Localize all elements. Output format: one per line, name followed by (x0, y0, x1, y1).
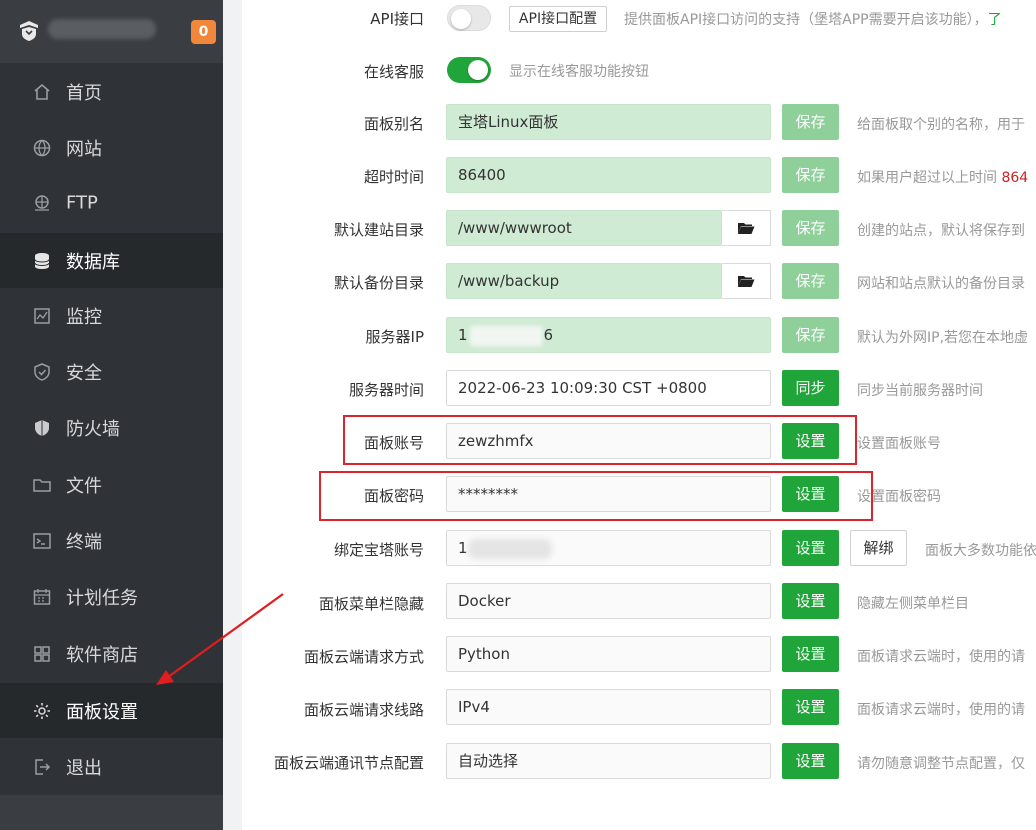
cloud-method-input[interactable]: Python (446, 636, 771, 672)
api-label: API接口 (370, 10, 424, 28)
sidebar-item-label: 计划任务 (66, 587, 138, 609)
logo-icon (20, 21, 38, 41)
cloud-node-input[interactable]: 自动选择 (446, 743, 771, 779)
api-toggle[interactable] (447, 5, 491, 31)
database-icon (34, 252, 50, 269)
cloud-node-hint: 请勿随意调整节点配置，仅 (857, 756, 1025, 772)
sidebar-item-label: 软件商店 (66, 644, 138, 666)
monitor-icon (34, 307, 50, 324)
online-service-toggle[interactable] (447, 57, 491, 83)
api-config-button[interactable]: API接口配置 (509, 6, 607, 32)
site-dir-save-button[interactable]: 保存 (782, 210, 839, 246)
cloud-route-hint: 面板请求云端时，使用的请 (857, 702, 1025, 718)
panel-account-hint: 设置面板账号 (857, 436, 941, 452)
sidebar-item-label: 退出 (66, 757, 102, 779)
backup-dir-hint: 网站和站点默认的备份目录 (857, 276, 1025, 292)
highlight-box-password (319, 471, 873, 521)
server-time-hint: 同步当前服务器时间 (857, 383, 983, 399)
alias-hint: 给面板取个别的名称，用于 (857, 117, 1025, 133)
cloud-route-input[interactable]: IPv4 (446, 689, 771, 725)
highlight-box-account (343, 415, 857, 465)
server-ip-value-start: 1 (458, 326, 468, 344)
alias-input[interactable]: 宝塔Linux面板 (446, 104, 771, 140)
firewall-icon (35, 419, 49, 436)
backup-dir-input[interactable]: /www/backup (446, 263, 722, 299)
timeout-save-button[interactable]: 保存 (782, 157, 839, 193)
backup-dir-label: 默认备份目录 (333, 274, 424, 292)
server-ip-label: 服务器IP (365, 328, 424, 346)
home-icon (34, 83, 50, 100)
online-service-label: 在线客服 (363, 63, 424, 81)
timeout-hint: 如果用户超过以上时间 864 (857, 167, 1028, 187)
menu-hide-set-button[interactable]: 设置 (782, 583, 839, 619)
site-dir-input[interactable]: /www/wwwroot (446, 210, 722, 246)
bind-account-hint: 面板大多数功能依 (925, 543, 1036, 559)
menu-hide-input[interactable]: Docker (446, 583, 771, 619)
api-hint-link[interactable]: 了 (988, 12, 1002, 28)
toggle-knob (451, 9, 471, 29)
api-hint: 提供面板API接口访问的支持（堡塔APP需要开启该功能），了 (624, 9, 1002, 29)
sidebar-item-label: 终端 (66, 531, 102, 553)
cloud-route-label: 面板云端请求线路 (303, 701, 424, 719)
site-dir-label: 默认建站目录 (333, 221, 424, 239)
sidebar-item-label: 面板设置 (66, 701, 138, 723)
folder-open-icon (738, 223, 755, 234)
server-ip-value-end: 6 (543, 326, 554, 344)
timeout-hint-text: 如果用户超过以上时间 (857, 170, 1002, 186)
folder-icon (33, 478, 51, 492)
server-ip-hint: 默认为外网IP,若您在本地虚 (857, 330, 1029, 346)
sidebar-item-label: 网站 (66, 138, 102, 160)
server-time-input[interactable]: 2022-06-23 10:09:30 CST +0800 (446, 370, 771, 406)
server-ip-input[interactable]: 16 (446, 317, 771, 353)
terminal-icon (33, 532, 51, 549)
bind-account-value-start: 1 (458, 539, 468, 557)
backup-dir-browse-button[interactable] (722, 263, 771, 299)
bind-account-label: 绑定宝塔账号 (333, 541, 424, 559)
bind-account-input[interactable]: 1 (446, 530, 771, 566)
timeout-hint-value: 864 (1001, 170, 1029, 186)
online-service-hint: 显示在线客服功能按钮 (509, 64, 649, 80)
shield-icon (34, 362, 50, 381)
server-ip-save-button[interactable]: 保存 (782, 317, 839, 353)
sidebar-item-label: 防火墙 (66, 418, 120, 440)
sidebar-item-label: 数据库 (66, 251, 120, 273)
folder-open-icon (738, 276, 755, 287)
menu-hide-hint: 隐藏左侧菜单栏目 (857, 596, 969, 612)
toggle-knob (468, 60, 488, 80)
cloud-method-set-button[interactable]: 设置 (782, 636, 839, 672)
logout-icon (35, 758, 51, 775)
api-hint-text: 提供面板API接口访问的支持（堡塔APP需要开启该功能）， (624, 12, 988, 28)
alias-save-button[interactable]: 保存 (782, 104, 839, 140)
sidebar-item-label: 文件 (66, 475, 102, 497)
gear-icon (34, 702, 50, 719)
bind-account-set-button[interactable]: 设置 (782, 530, 839, 566)
username-redacted (48, 19, 156, 39)
cloud-method-hint: 面板请求云端时，使用的请 (857, 649, 1025, 665)
globe-icon (33, 139, 51, 156)
cloud-node-set-button[interactable]: 设置 (782, 743, 839, 779)
cloud-route-set-button[interactable]: 设置 (782, 689, 839, 725)
grid-icon (34, 645, 50, 662)
sidebar-item-label: 监控 (66, 306, 102, 328)
calendar-icon (33, 588, 51, 605)
sidebar-item-label: 首页 (66, 82, 102, 104)
redaction-blur (469, 325, 542, 346)
alias-label: 面板别名 (363, 115, 424, 133)
ftp-icon (35, 194, 49, 211)
annotation-arrow (156, 593, 284, 685)
site-dir-hint: 创建的站点，默认将保存到 (857, 223, 1025, 239)
sidebar-item-label: 安全 (66, 362, 102, 384)
sidebar-footer (0, 795, 223, 830)
cloud-node-label: 面板云端通讯节点配置 (273, 754, 424, 772)
timeout-input[interactable]: 86400 (446, 157, 771, 193)
unbind-button[interactable]: 解绑 (850, 530, 907, 566)
redaction-blur (467, 538, 552, 559)
sync-time-button[interactable]: 同步 (782, 370, 839, 406)
sidebar-item-label: FTP (66, 192, 98, 213)
timeout-label: 超时时间 (363, 168, 424, 186)
site-dir-browse-button[interactable] (722, 210, 771, 246)
backup-dir-save-button[interactable]: 保存 (782, 263, 839, 299)
server-time-label: 服务器时间 (348, 381, 424, 399)
